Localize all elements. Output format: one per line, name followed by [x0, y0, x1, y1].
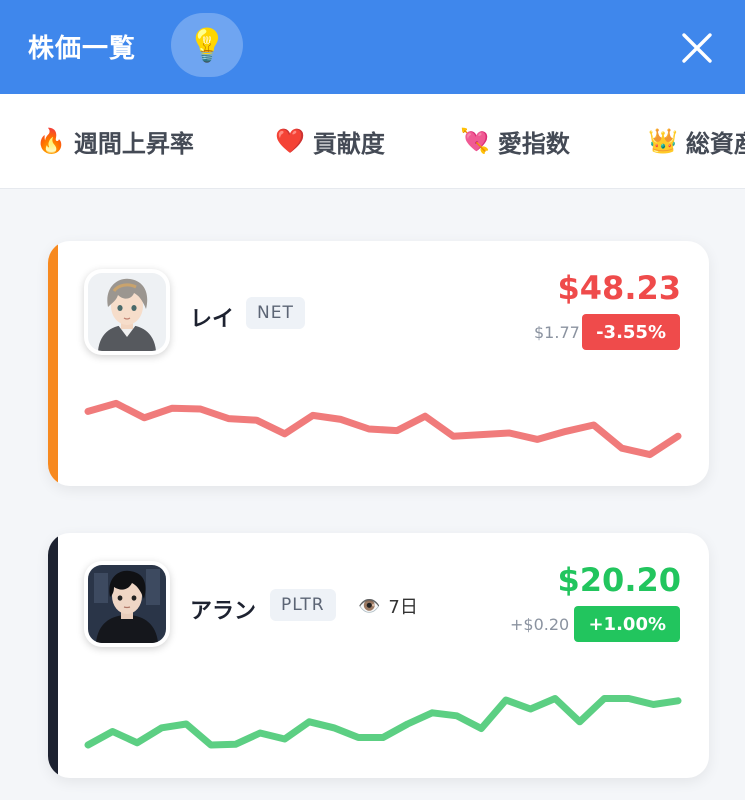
hint-button[interactable]: 💡 — [171, 13, 243, 77]
tab-label: 総資産 — [685, 129, 745, 158]
tab-weekly-gain[interactable]: 🔥 週間上昇率 — [36, 124, 194, 158]
app-header: 株価一覧 💡 — [0, 0, 745, 94]
ranking-tabs: 🔥 週間上昇率 ❤️ 貢献度 💘 愛指数 👑 総資産 — [0, 94, 745, 189]
heart-arrow-icon: 💘 — [460, 127, 490, 155]
price-sparkline — [84, 399, 682, 459]
tab-total-assets[interactable]: 👑 総資産 — [648, 124, 745, 158]
tab-label: 週間上昇率 — [73, 129, 194, 158]
fire-icon: 🔥 — [36, 127, 66, 155]
stock-card[interactable]: レイ NET $48.23 $1.77 -3.55% — [48, 241, 709, 486]
heart-icon: ❤️ — [275, 127, 305, 155]
crown-icon: 👑 — [648, 127, 678, 155]
close-button[interactable] — [676, 27, 718, 69]
close-icon — [682, 33, 712, 63]
stock-card[interactable]: アラン PLTR 👁️ 7日 $20.20 +$0.20 +1.00% — [48, 533, 709, 778]
sparkline-path — [84, 695, 682, 749]
tab-label: 愛指数 — [497, 129, 570, 158]
tab-love-index[interactable]: 💘 愛指数 — [460, 124, 570, 158]
page-title: 株価一覧 — [28, 34, 137, 64]
tab-contribution[interactable]: ❤️ 貢献度 — [275, 124, 385, 158]
sparkline-path — [84, 399, 682, 459]
price-sparkline — [84, 695, 682, 749]
tab-label: 貢献度 — [312, 129, 385, 158]
lightbulb-icon: 💡 — [187, 26, 227, 64]
